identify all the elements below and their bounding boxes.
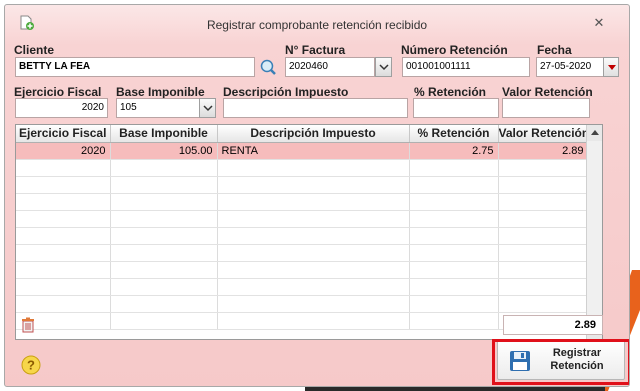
table-cell: 2.75 — [409, 142, 499, 160]
close-icon[interactable]: ✕ — [591, 15, 607, 31]
column-header[interactable]: Valor Retención — [498, 125, 589, 143]
ejercicio-field[interactable]: 2020 — [15, 98, 108, 118]
valor-field[interactable] — [502, 98, 590, 118]
window-title: Registrar comprobante retención recibido — [206, 18, 428, 32]
factura-field[interactable]: 2020460 — [285, 57, 375, 77]
table-row — [16, 278, 589, 296]
factura-label: N° Factura — [285, 43, 346, 57]
table-header-row: Ejercicio Fiscal Base Imponible Descripc… — [16, 125, 589, 143]
retention-table[interactable]: Ejercicio Fiscal Base Imponible Descripc… — [15, 124, 603, 340]
cliente-field[interactable]: BETTY LA FEA — [15, 57, 255, 77]
calendar-dropdown-icon[interactable] — [603, 57, 619, 77]
table-row — [16, 159, 589, 177]
total-value: 2.89 — [503, 315, 603, 335]
help-icon[interactable]: ? — [21, 355, 41, 375]
vertical-scrollbar[interactable] — [586, 125, 602, 339]
registrar-retencion-button[interactable]: Registrar Retención — [497, 340, 625, 380]
table-row — [16, 227, 589, 245]
table-row — [16, 193, 589, 211]
chevron-down-icon[interactable] — [375, 57, 392, 77]
save-disk-icon — [510, 351, 530, 371]
retencion-label: Número Retención — [401, 43, 508, 57]
valor-label: Valor Retención — [502, 85, 593, 99]
table-cell: RENTA — [217, 142, 410, 160]
search-icon[interactable] — [259, 57, 277, 77]
table-cell: 2020 — [16, 142, 111, 160]
chevron-down-icon[interactable] — [199, 98, 216, 118]
base-field[interactable]: 105 — [116, 98, 200, 118]
column-header[interactable]: Base Imponible — [110, 125, 218, 143]
retencion-field[interactable]: 001001001111 — [402, 57, 530, 77]
title-bar: Registrar comprobante retención recibido… — [5, 5, 629, 41]
registrar-retencion-label: Registrar Retención — [550, 347, 604, 372]
column-header[interactable]: Descripción Impuesto — [217, 125, 410, 143]
descripcion-field[interactable] — [223, 98, 408, 118]
table-row — [16, 295, 589, 313]
table-row[interactable]: 2020 105.00 RENTA 2.75 2.89 — [16, 142, 589, 160]
delete-row-icon[interactable] — [21, 317, 35, 333]
cliente-label: Cliente — [14, 43, 55, 57]
table-row — [16, 261, 589, 279]
base-label: Base Imponible — [116, 85, 205, 99]
ejercicio-label: Ejercicio Fiscal — [14, 85, 102, 99]
porcentaje-label: % Retención — [414, 85, 487, 99]
table-cell: 2.89 — [498, 142, 589, 160]
porcentaje-field[interactable] — [413, 98, 499, 118]
descripcion-label: Descripción Impuesto — [223, 85, 349, 99]
fecha-field[interactable]: 27-05-2020 — [536, 57, 604, 77]
column-header[interactable]: % Retención — [409, 125, 499, 143]
retention-dialog: Registrar comprobante retención recibido… — [4, 4, 630, 387]
table-cell: 105.00 — [110, 142, 218, 160]
column-header[interactable]: Ejercicio Fiscal — [16, 125, 111, 143]
svg-text:?: ? — [27, 358, 35, 373]
table-row — [16, 176, 589, 194]
table-row — [16, 244, 589, 262]
table-row — [16, 210, 589, 228]
fecha-label: Fecha — [537, 43, 572, 57]
scroll-up-icon[interactable] — [587, 125, 602, 141]
